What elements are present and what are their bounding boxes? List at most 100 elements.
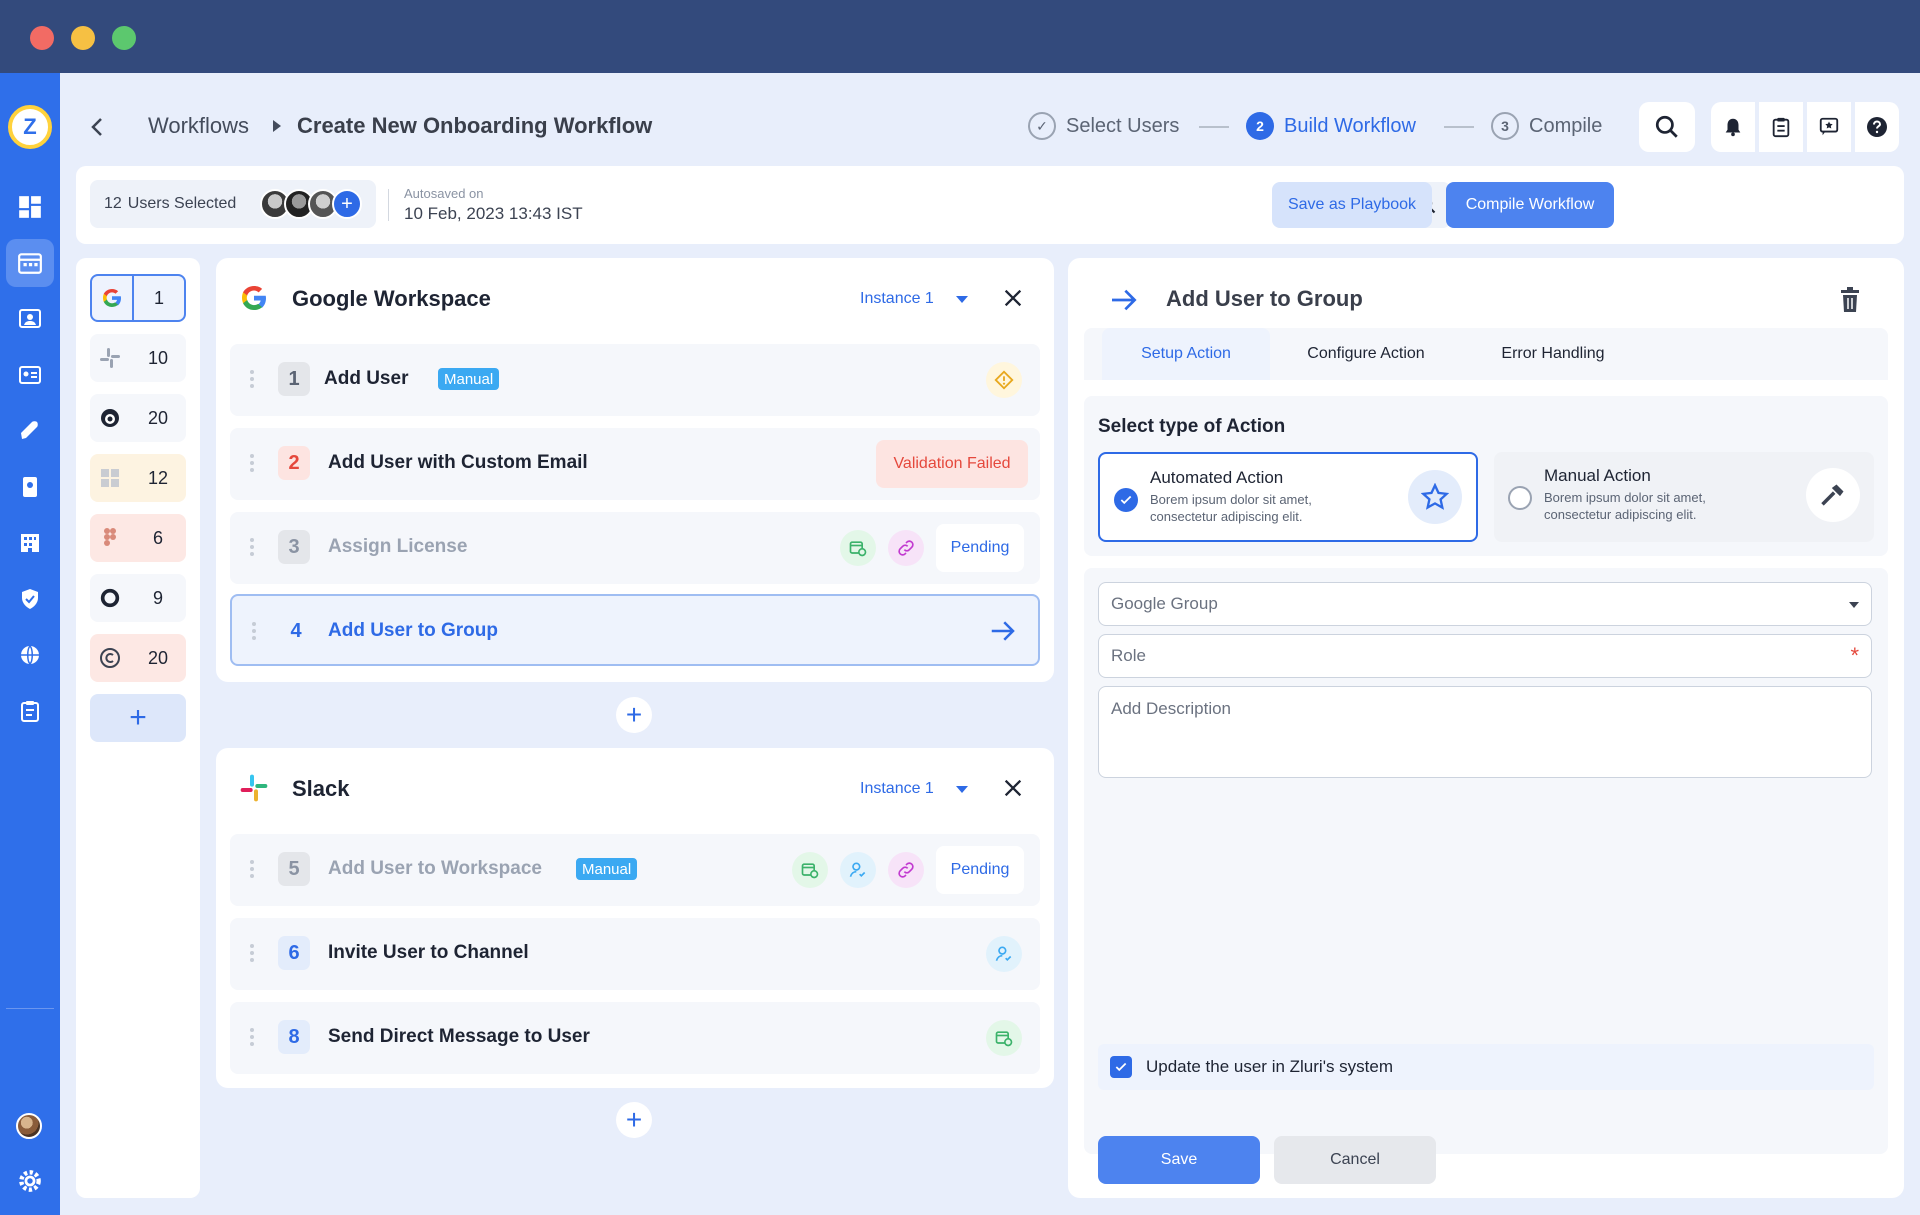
tasks-button[interactable] bbox=[1759, 102, 1803, 152]
tab-configure-action[interactable]: Configure Action bbox=[1270, 328, 1462, 380]
close-section-icon[interactable] bbox=[1002, 777, 1024, 799]
action-row[interactable]: 6 Invite User to Channel bbox=[230, 918, 1040, 990]
chevron-down-icon[interactable] bbox=[1849, 602, 1859, 608]
action-detail-panel: Add User to Group Setup Action Configure… bbox=[1068, 258, 1904, 1198]
drag-handle-icon[interactable] bbox=[252, 622, 258, 642]
dashboard-icon[interactable] bbox=[6, 183, 54, 231]
trash-icon[interactable] bbox=[1838, 286, 1862, 314]
rocket-icon[interactable] bbox=[6, 407, 54, 455]
pending-badge[interactable]: Pending bbox=[936, 524, 1024, 572]
google-group-select[interactable]: Google Group bbox=[1098, 582, 1872, 626]
cancel-button[interactable]: Cancel bbox=[1274, 1136, 1436, 1184]
instance-selector[interactable]: Instance 1 bbox=[860, 290, 934, 308]
app-window: Z Workflows Create New Onboarding Workfl… bbox=[0, 0, 1920, 1215]
step-compile[interactable]: 3 Compile bbox=[1491, 112, 1602, 140]
window-minimize-dot[interactable] bbox=[71, 26, 95, 50]
action-row[interactable]: 8 Send Direct Message to User bbox=[230, 1002, 1040, 1074]
users-selected-chip[interactable]: 12 Users Selected + bbox=[90, 180, 376, 228]
app-tile-circle[interactable]: 9 bbox=[90, 574, 186, 622]
chevron-down-icon[interactable] bbox=[956, 786, 968, 793]
pending-badge[interactable]: Pending bbox=[936, 846, 1024, 894]
figma-icon bbox=[90, 526, 130, 550]
manual-action-option[interactable]: Manual Action Borem ipsum dolor sit amet… bbox=[1494, 452, 1874, 542]
description-textarea[interactable]: Add Description bbox=[1098, 686, 1872, 778]
users-card-icon[interactable] bbox=[6, 295, 54, 343]
global-search-button[interactable] bbox=[1639, 102, 1695, 152]
app-tile-mailchimp[interactable]: 20 bbox=[90, 394, 186, 442]
notifications-button[interactable] bbox=[1711, 102, 1755, 152]
app-tile-slack[interactable]: 10 bbox=[90, 334, 186, 382]
add-user-icon[interactable]: + bbox=[332, 189, 362, 219]
action-form-section: Google Group Role * Add Description Upda… bbox=[1084, 568, 1888, 1154]
add-step-button[interactable]: + bbox=[616, 697, 652, 733]
save-as-playbook-button[interactable]: Save as Playbook bbox=[1272, 182, 1432, 228]
save-button[interactable]: Save bbox=[1098, 1136, 1260, 1184]
drag-handle-icon[interactable] bbox=[250, 538, 256, 558]
feedback-button[interactable] bbox=[1807, 102, 1851, 152]
action-label: Invite User to Channel bbox=[328, 942, 529, 963]
app-count: 20 bbox=[147, 647, 169, 668]
app-tile-google[interactable]: 1 bbox=[90, 274, 186, 322]
clipboard-icon[interactable] bbox=[6, 687, 54, 735]
user-avatar[interactable] bbox=[16, 1113, 42, 1139]
breadcrumb-separator-icon bbox=[273, 120, 281, 132]
action-number: 2 bbox=[278, 446, 310, 480]
tab-setup-action[interactable]: Setup Action bbox=[1102, 328, 1270, 380]
globe-icon[interactable] bbox=[6, 631, 54, 679]
slack-section: Slack Instance 1 5 Add User to Workspace… bbox=[216, 748, 1054, 1088]
drag-handle-icon[interactable] bbox=[250, 1028, 256, 1048]
radio-checked-icon[interactable] bbox=[1114, 488, 1138, 512]
tab-error-handling[interactable]: Error Handling bbox=[1462, 328, 1644, 380]
app-tile-figma[interactable]: 6 bbox=[90, 514, 186, 562]
option-title: Automated Action bbox=[1150, 468, 1284, 487]
app-tile-copyright[interactable]: 20 bbox=[90, 634, 186, 682]
step-connector bbox=[1199, 126, 1229, 128]
step-select-users[interactable]: ✓ Select Users bbox=[1028, 112, 1179, 140]
update-user-checkbox-row[interactable]: Update the user in Zluri's system bbox=[1098, 1044, 1874, 1090]
validation-failed-badge[interactable]: Validation Failed bbox=[876, 440, 1028, 488]
add-app-button[interactable]: + bbox=[90, 694, 186, 742]
action-row[interactable]: 1 Add User Manual bbox=[230, 344, 1040, 416]
checkbox-checked-icon[interactable] bbox=[1110, 1056, 1132, 1078]
building-icon[interactable] bbox=[6, 519, 54, 567]
drag-handle-icon[interactable] bbox=[250, 454, 256, 474]
help-button[interactable] bbox=[1855, 102, 1899, 152]
settings-gear-icon[interactable] bbox=[6, 1157, 54, 1205]
back-arrow-icon[interactable] bbox=[86, 115, 110, 139]
contacts-icon[interactable] bbox=[6, 351, 54, 399]
compile-workflow-button[interactable]: Compile Workflow bbox=[1446, 182, 1614, 228]
app-tile-windows[interactable]: 12 bbox=[90, 454, 186, 502]
users-count: 12 bbox=[104, 195, 122, 212]
drag-handle-icon[interactable] bbox=[250, 860, 256, 880]
role-input[interactable]: Role * bbox=[1098, 634, 1872, 678]
action-row[interactable]: 3 Assign License Pending bbox=[230, 512, 1040, 584]
action-row-selected[interactable]: 4 Add User to Group bbox=[230, 594, 1040, 666]
breadcrumb-workflows[interactable]: Workflows bbox=[148, 113, 249, 139]
app-count: 1 bbox=[132, 276, 184, 320]
role-placeholder: Role bbox=[1111, 646, 1146, 665]
detail-title: Add User to Group bbox=[1166, 286, 1363, 311]
radio-unchecked-icon[interactable] bbox=[1508, 486, 1532, 510]
app-count: 6 bbox=[152, 527, 163, 548]
step-build-workflow[interactable]: 2 Build Workflow bbox=[1246, 112, 1416, 140]
window-maximize-dot[interactable] bbox=[112, 26, 136, 50]
chevron-down-icon[interactable] bbox=[956, 296, 968, 303]
step-number: 3 bbox=[1491, 112, 1519, 140]
app-count: 12 bbox=[147, 467, 169, 488]
close-section-icon[interactable] bbox=[1002, 287, 1024, 309]
badge-icon[interactable] bbox=[6, 463, 54, 511]
arrow-right-icon[interactable] bbox=[988, 616, 1018, 646]
shield-icon[interactable] bbox=[6, 575, 54, 623]
instance-selector[interactable]: Instance 1 bbox=[860, 780, 934, 798]
zluri-logo[interactable]: Z bbox=[8, 105, 52, 149]
window-close-dot[interactable] bbox=[30, 26, 54, 50]
drag-handle-icon[interactable] bbox=[250, 944, 256, 964]
manual-tag: Manual bbox=[576, 858, 638, 880]
drag-handle-icon[interactable] bbox=[250, 370, 256, 390]
automated-action-option[interactable]: Automated Action Borem ipsum dolor sit a… bbox=[1098, 452, 1478, 542]
action-row[interactable]: 5 Add User to Workspace Manual Pending bbox=[230, 834, 1040, 906]
warning-icon bbox=[986, 362, 1022, 398]
action-row[interactable]: 2 Add User with Custom Email Validation … bbox=[230, 428, 1040, 500]
add-step-button[interactable]: + bbox=[616, 1102, 652, 1138]
workflows-icon[interactable] bbox=[6, 239, 54, 287]
